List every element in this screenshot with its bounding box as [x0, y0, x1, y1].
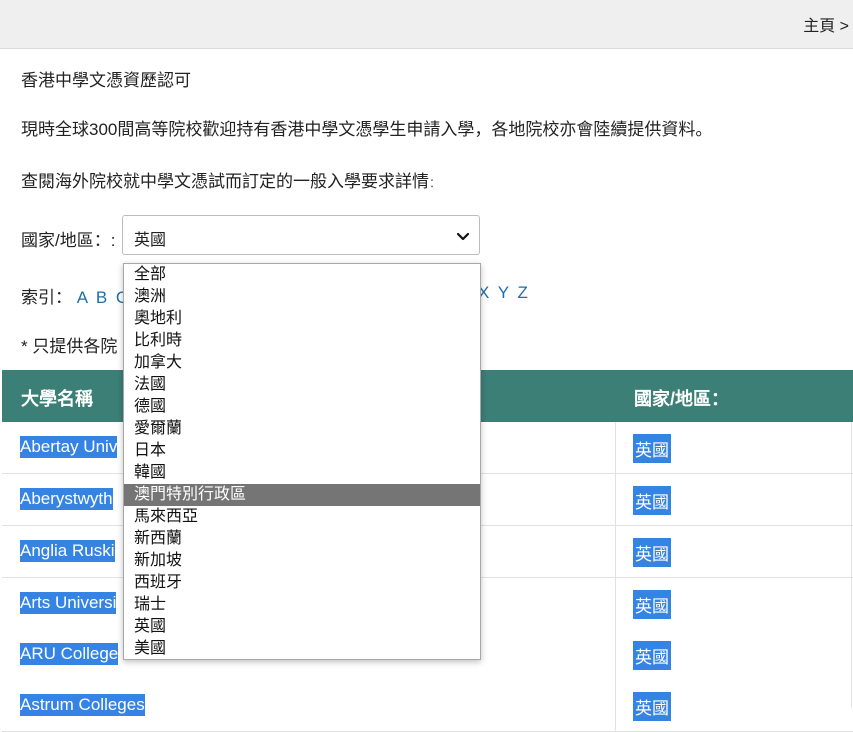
table-right-border — [851, 422, 852, 708]
lookup-text-body: 查閱海外院校就中學文憑試而訂定的一般入學要求詳情 — [21, 172, 429, 191]
dropdown-option[interactable]: 新西蘭 — [124, 528, 480, 550]
dropdown-option-highlighted[interactable]: 澳門特別行政區 — [124, 484, 480, 506]
home-link[interactable]: 主頁 > — [803, 12, 849, 36]
dropdown-option[interactable]: 馬來西亞 — [124, 506, 480, 528]
country-select[interactable]: 英國 — [122, 215, 480, 255]
dropdown-option[interactable]: 加拿大 — [124, 352, 480, 374]
university-link[interactable]: ARU College — [20, 643, 119, 665]
dropdown-option[interactable]: 奧地利 — [124, 308, 480, 330]
university-link[interactable]: Aberystwyth — [20, 488, 113, 510]
column-divider — [615, 422, 616, 473]
dropdown-option[interactable]: 澳洲 — [124, 286, 480, 308]
chevron-down-icon — [456, 232, 470, 241]
dropdown-option[interactable]: 愛爾蘭 — [124, 418, 480, 440]
dropdown-option[interactable]: 法國 — [124, 374, 480, 396]
dropdown-option[interactable]: 韓國 — [124, 462, 480, 484]
index-letters-right[interactable]: X Y Z — [478, 283, 530, 303]
page-title: 香港中學文憑資歷認可 — [21, 71, 191, 90]
dropdown-option[interactable]: 美國 — [124, 638, 480, 660]
top-bar: 主頁 > — [0, 0, 853, 49]
dropdown-option[interactable]: 全部 — [124, 264, 480, 286]
university-link[interactable]: Abertay Univ — [20, 436, 118, 458]
dropdown-option[interactable]: 日本 — [124, 440, 480, 462]
university-link[interactable]: Astrum Colleges — [20, 694, 145, 716]
intro-paragraph: 現時全球300間高等院校歡迎持有香港中學文憑學生申請入學，各地院校亦會陸續提供資… — [21, 120, 713, 139]
dropdown-option[interactable]: 瑞士 — [124, 594, 480, 616]
country-cell: 英國 — [633, 538, 671, 567]
column-divider — [615, 629, 616, 680]
dropdown-option[interactable]: 新加坡 — [124, 550, 480, 572]
dropdown-option[interactable]: 比利時 — [124, 330, 480, 352]
dropdown-option[interactable]: 英國 — [124, 616, 480, 638]
column-divider — [615, 680, 616, 731]
country-cell: 英國 — [633, 486, 671, 515]
university-link[interactable]: Anglia Ruski — [20, 540, 115, 562]
country-cell: 英國 — [633, 434, 671, 463]
index-row: 索引： A B C — [21, 283, 130, 308]
country-cell: 英國 — [633, 692, 671, 721]
column-divider — [615, 578, 616, 629]
country-cell: 英國 — [633, 641, 671, 670]
column-header-name: 大學名稱 — [21, 389, 93, 409]
column-header-country: 國家/地區： — [634, 389, 730, 409]
table-row: Astrum Colleges 英國 — [2, 680, 853, 732]
note-text: * 只提供各院 — [21, 337, 118, 356]
column-divider — [615, 526, 616, 577]
university-link[interactable]: Arts Universi — [20, 592, 117, 614]
index-label: 索引： — [21, 288, 72, 307]
column-divider — [615, 474, 616, 525]
lookup-colon: ： — [429, 176, 442, 190]
lookup-text: 查閱海外院校就中學文憑試而訂定的一般入學要求詳情： — [21, 167, 441, 192]
dropdown-option[interactable]: 西班牙 — [124, 572, 480, 594]
country-cell: 英國 — [633, 590, 671, 619]
dropdown-option[interactable]: 德國 — [124, 396, 480, 418]
country-dropdown-list[interactable]: 全部 澳洲 奧地利 比利時 加拿大 法國 德國 愛爾蘭 日本 韓國 澳門特別行政… — [123, 263, 481, 660]
country-filter-label: 國家/地區：: — [21, 231, 116, 250]
country-select-value: 英國 — [134, 232, 167, 249]
